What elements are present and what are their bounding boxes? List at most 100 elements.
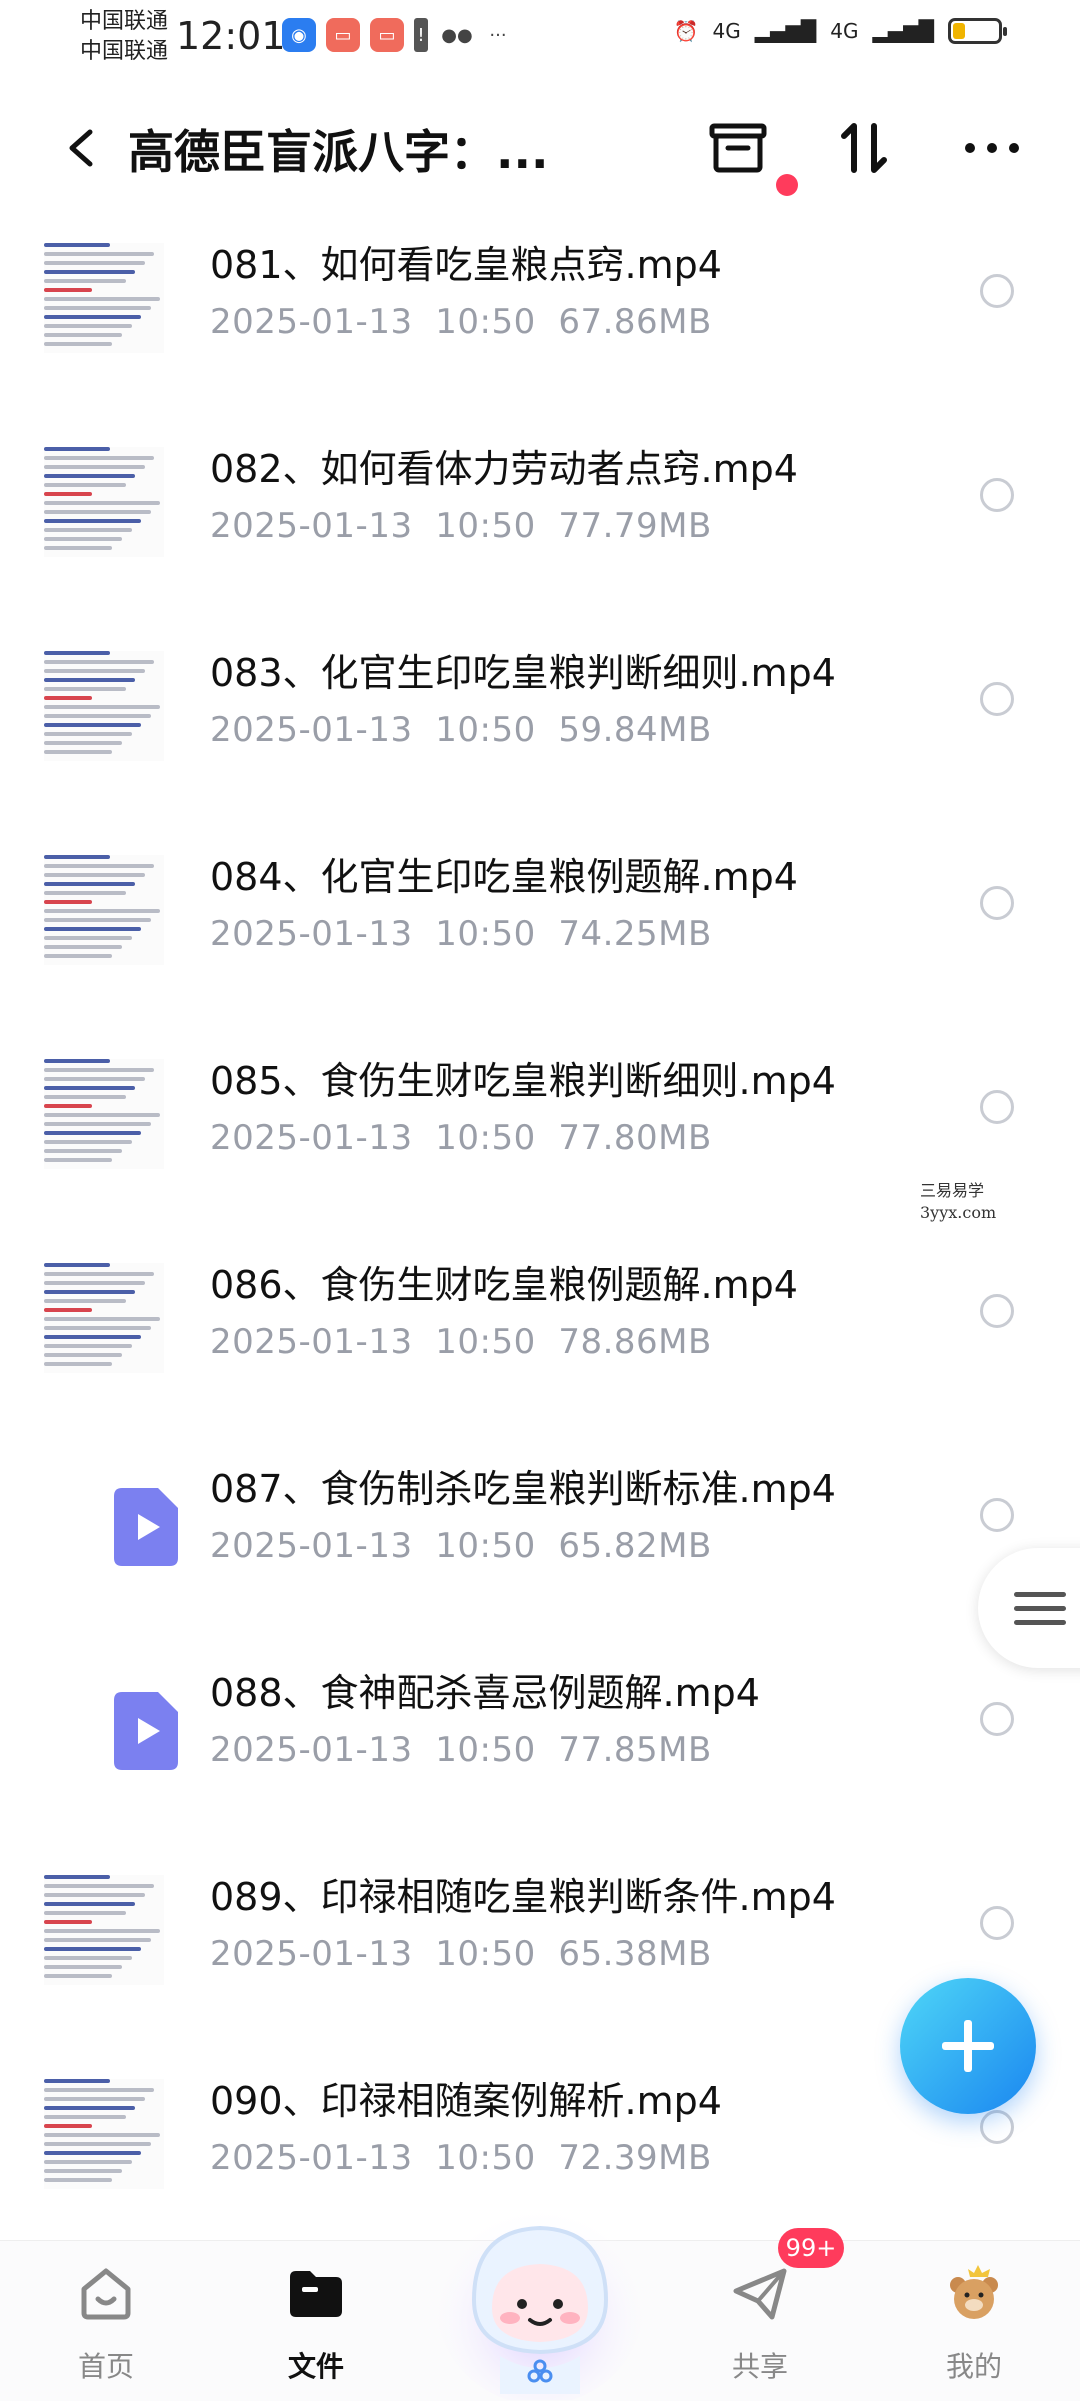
signal-icon: ▂▄▆█	[872, 19, 934, 43]
file-row[interactable]: 085、食伤生财吃皇粮判断细则.mp4 2025-01-13 10:50 77.8…	[0, 1036, 1080, 1240]
select-radio[interactable]	[980, 682, 1014, 716]
select-radio[interactable]	[980, 1294, 1014, 1328]
file-time: 10:50	[435, 302, 536, 342]
select-radio[interactable]	[980, 478, 1014, 512]
document-thumbnail	[44, 1059, 164, 1169]
video-file-icon	[114, 1692, 178, 1770]
hamburger-icon-line	[1014, 1620, 1066, 1625]
nav-home-label: 首页	[77, 2350, 134, 2383]
file-thumbnail	[44, 442, 164, 557]
file-thumbnail	[44, 238, 164, 353]
select-radio[interactable]	[980, 1702, 1014, 1736]
file-row[interactable]: 087、食伤制杀吃皇粮判断标准.mp4 2025-01-13 10:50 65.8…	[0, 1444, 1080, 1648]
file-name: 082、如何看体力劳动者点窍.mp4	[210, 447, 798, 491]
file-meta: 2025-01-13 10:50 77.85MB	[210, 1730, 712, 1770]
document-thumbnail	[44, 1875, 164, 1985]
file-row[interactable]: 082、如何看体力劳动者点窍.mp4 2025-01-13 10:50 77.79…	[0, 424, 1080, 628]
file-time: 10:50	[435, 506, 536, 546]
file-time: 10:50	[435, 710, 536, 750]
file-time: 10:50	[435, 914, 536, 954]
file-size: 77.80MB	[558, 1118, 712, 1158]
carrier-2: 中国联通	[80, 39, 169, 64]
file-time: 10:50	[435, 1118, 536, 1158]
battery-icon	[948, 18, 1007, 44]
sort-button[interactable]	[828, 112, 900, 184]
file-thumbnail	[44, 2074, 164, 2189]
app-notification-icon: ▭	[326, 18, 360, 52]
file-time: 10:50	[435, 1322, 536, 1362]
folder-icon	[290, 2271, 342, 2317]
bear-avatar-icon	[950, 2265, 998, 2319]
select-radio[interactable]	[980, 2110, 1014, 2144]
nav-mine-label: 我的	[945, 2350, 1002, 2383]
add-button[interactable]	[900, 1978, 1036, 2114]
wechat-icon: ●●	[441, 24, 473, 46]
file-row[interactable]: 088、食神配杀喜忌例题解.mp4 2025-01-13 10:50 77.85M…	[0, 1648, 1080, 1852]
hamburger-icon	[1014, 1592, 1066, 1597]
file-name: 085、食伤生财吃皇粮判断细则.mp4	[210, 1059, 836, 1103]
file-row[interactable]: 084、化官生印吃皇粮例题解.mp4 2025-01-13 10:50 74.25…	[0, 832, 1080, 1036]
hamburger-icon-line	[1014, 1606, 1066, 1611]
select-radio[interactable]	[980, 1498, 1014, 1532]
more-dots-icon	[965, 143, 1019, 153]
file-size: 59.84MB	[558, 710, 712, 750]
archive-button[interactable]	[702, 112, 774, 184]
file-name: 090、印禄相随案例解析.mp4	[210, 2079, 722, 2123]
carrier-1: 中国联通	[80, 9, 169, 34]
watermark: 三易易学 3yyx.com	[920, 1180, 996, 1224]
status-notification-icons: ◉ ▭ ▭ ! ●● ···	[282, 18, 510, 52]
file-meta: 2025-01-13 10:50 72.39MB	[210, 2138, 712, 2178]
back-button[interactable]	[52, 118, 112, 178]
sort-arrows-icon	[841, 123, 887, 173]
file-row[interactable]: 086、食伤生财吃皇粮例题解.mp4 2025-01-13 10:50 78.86…	[0, 1240, 1080, 1444]
status-time: 12:01	[176, 14, 286, 58]
signal-icon: ▂▄▆█	[754, 19, 817, 43]
file-meta: 2025-01-13 10:50 65.38MB	[210, 1934, 712, 1974]
select-radio[interactable]	[980, 274, 1014, 308]
file-date: 2025-01-13	[210, 1730, 413, 1770]
file-row[interactable]: 083、化官生印吃皇粮判断细则.mp4 2025-01-13 10:50 59.8…	[0, 628, 1080, 832]
nav-mine[interactable]: 我的	[894, 2241, 1054, 2401]
document-thumbnail	[44, 855, 164, 965]
file-size: 74.25MB	[558, 914, 712, 954]
nav-share-label: 共享	[731, 2350, 788, 2383]
file-date: 2025-01-13	[210, 1934, 413, 1974]
file-name: 083、化官生印吃皇粮判断细则.mp4	[210, 651, 836, 695]
file-name: 086、食伤生财吃皇粮例题解.mp4	[210, 1263, 798, 1307]
file-thumbnail	[44, 1666, 178, 1776]
file-thumbnail	[44, 1258, 164, 1373]
file-date: 2025-01-13	[210, 1322, 413, 1362]
nav-home[interactable]: 首页	[26, 2241, 186, 2401]
file-date: 2025-01-13	[210, 914, 413, 954]
file-time: 10:50	[435, 1934, 536, 1974]
watermark-line-2: 3yyx.com	[920, 1203, 997, 1222]
file-meta: 2025-01-13 10:50 65.82MB	[210, 1526, 712, 1566]
document-thumbnail	[44, 243, 164, 353]
select-radio[interactable]	[980, 1090, 1014, 1124]
alarm-icon: ⏰	[673, 19, 699, 43]
file-thumbnail	[44, 1462, 178, 1572]
file-size: 67.86MB	[558, 302, 712, 342]
select-radio[interactable]	[980, 1906, 1014, 1940]
file-meta: 2025-01-13 10:50 77.79MB	[210, 506, 712, 546]
file-thumbnail	[44, 850, 164, 965]
file-meta: 2025-01-13 10:50 78.86MB	[210, 1322, 712, 1362]
status-right-icons: ⏰ 4G ▂▄▆█ 4G ▂▄▆█	[673, 18, 1007, 44]
file-size: 78.86MB	[558, 1322, 712, 1362]
file-name: 088、食神配杀喜忌例题解.mp4	[210, 1671, 760, 1715]
mascot-assistant-button[interactable]	[430, 2180, 650, 2404]
file-thumbnail	[44, 646, 164, 761]
file-row[interactable]: 081、如何看吃皇粮点窍.mp4 2025-01-13 10:50 67.86MB	[0, 220, 1080, 424]
file-thumbnail	[44, 1054, 164, 1169]
file-thumbnail	[44, 1870, 164, 1985]
file-date: 2025-01-13	[210, 1118, 413, 1158]
file-date: 2025-01-13	[210, 1526, 413, 1566]
file-time: 10:50	[435, 2138, 536, 2178]
more-notifications-icon: ···	[489, 24, 507, 46]
watermark-line-1: 三易易学	[920, 1181, 985, 1200]
nav-files[interactable]: 文件	[236, 2241, 396, 2401]
select-radio[interactable]	[980, 886, 1014, 920]
document-thumbnail	[44, 651, 164, 761]
mascot-icon	[435, 2195, 645, 2404]
more-button[interactable]	[956, 112, 1028, 184]
